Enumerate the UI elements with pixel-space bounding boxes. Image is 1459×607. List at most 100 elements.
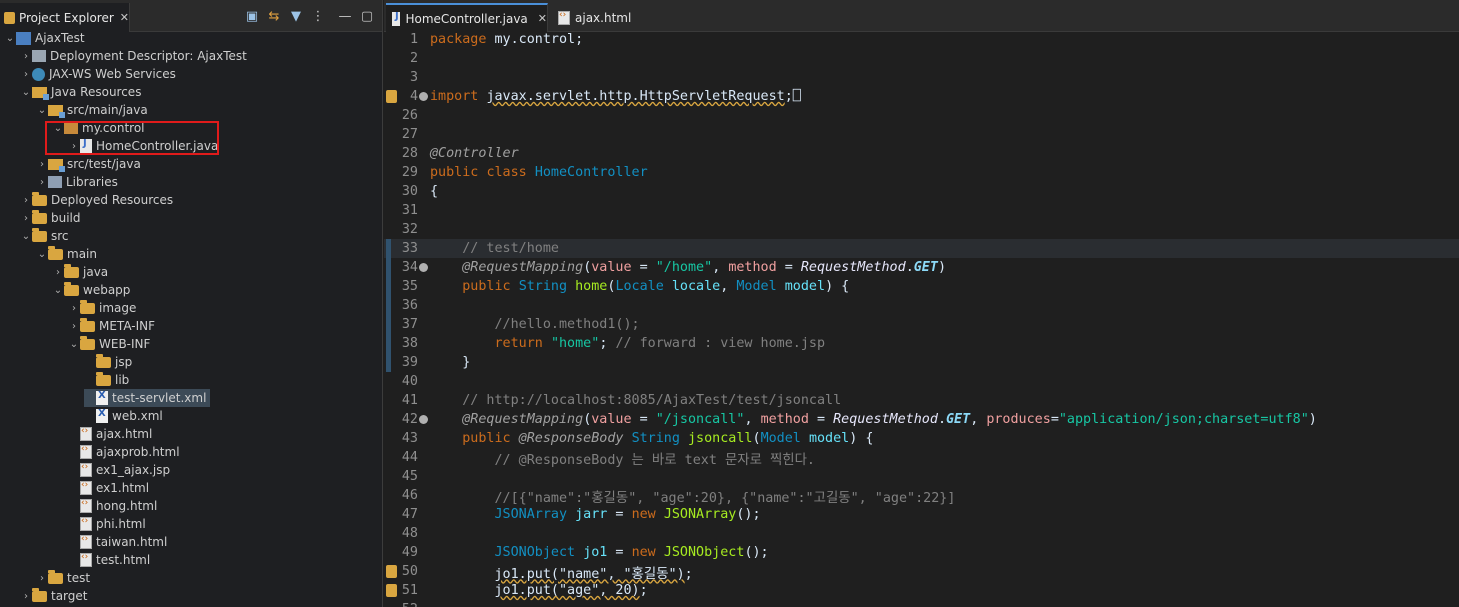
chevron-down-icon[interactable]: ⌄: [68, 339, 80, 350]
code-line[interactable]: 2: [384, 49, 1459, 68]
warning-icon[interactable]: [386, 565, 397, 578]
code-line[interactable]: 31: [384, 201, 1459, 220]
code-line[interactable]: 43 public @ResponseBody String jsoncall(…: [384, 429, 1459, 448]
tree-item[interactable]: ⌄ WEB-INF: [68, 335, 150, 353]
close-icon[interactable]: ✕: [538, 12, 547, 25]
minimize-icon[interactable]: —: [334, 7, 356, 25]
code-line[interactable]: 40: [384, 372, 1459, 391]
code-line[interactable]: 44 // @ResponseBody 는 바로 text 문자로 찍힌다.: [384, 448, 1459, 468]
code-line[interactable]: 49 JSONObject jo1 = new JSONObject();: [384, 543, 1459, 562]
chevron-down-icon[interactable]: ⌄: [20, 231, 32, 242]
code-line[interactable]: 52: [384, 600, 1459, 607]
tree-item[interactable]: ajaxprob.html: [68, 443, 180, 461]
code-line[interactable]: 29 public class HomeController: [384, 163, 1459, 182]
chevron-right-icon[interactable]: ›: [36, 177, 48, 188]
chevron-right-icon[interactable]: ›: [36, 159, 48, 170]
chevron-right-icon[interactable]: ›: [20, 213, 32, 224]
code-line[interactable]: 32: [384, 220, 1459, 239]
code-line[interactable]: 41 // http://localhost:8085/AjaxTest/tes…: [384, 391, 1459, 410]
tree-item[interactable]: › build: [20, 209, 81, 227]
chevron-right-icon[interactable]: ›: [52, 267, 64, 278]
chevron-right-icon[interactable]: ›: [68, 303, 80, 314]
code-line[interactable]: 1 package my.control;: [384, 30, 1459, 49]
link-with-editor-icon[interactable]: ⇆: [263, 7, 285, 25]
fold-icon[interactable]: [419, 263, 428, 272]
tree-item[interactable]: test.html: [68, 551, 150, 569]
tree-item[interactable]: › test: [36, 569, 90, 587]
tree-item[interactable]: › java: [52, 263, 108, 281]
tree-item[interactable]: ⌄ src: [20, 227, 69, 245]
tree-item[interactable]: phi.html: [68, 515, 146, 533]
tree-item[interactable]: › META-INF: [68, 317, 155, 335]
code-line[interactable]: 26: [384, 106, 1459, 125]
tree-item[interactable]: › src/test/java: [36, 155, 141, 173]
tree-item[interactable]: ⌄ webapp: [52, 281, 130, 299]
code-line[interactable]: 42 @RequestMapping(value = "/jsoncall", …: [384, 410, 1459, 429]
code-line[interactable]: 36: [384, 296, 1459, 315]
tab-project-explorer[interactable]: Project Explorer ✕: [0, 3, 130, 32]
tree-item[interactable]: lib: [84, 371, 129, 389]
tree-item[interactable]: › Deployment Descriptor: AjaxTest: [20, 47, 247, 65]
tree-item[interactable]: ⌄ AjaxTest: [4, 29, 85, 47]
chevron-right-icon[interactable]: ›: [20, 51, 32, 62]
tree-item[interactable]: › target: [20, 587, 88, 605]
chevron-right-icon[interactable]: ›: [20, 591, 32, 602]
code-text: @RequestMapping(value = "/home", method …: [430, 260, 946, 275]
code-line[interactable]: 27: [384, 125, 1459, 144]
chevron-down-icon[interactable]: ⌄: [36, 105, 48, 116]
tab-ajax-html[interactable]: ajax.html: [552, 3, 642, 32]
tree-item[interactable]: ex1_ajax.jsp: [68, 461, 170, 479]
code-line[interactable]: 47 JSONArray jarr = new JSONArray();: [384, 505, 1459, 524]
tree-item[interactable]: ajax.html: [68, 425, 152, 443]
tree-item[interactable]: ⌄ Java Resources: [20, 83, 141, 101]
code-line[interactable]: 30 {: [384, 182, 1459, 201]
tree-item[interactable]: › Deployed Resources: [20, 191, 173, 209]
code-line[interactable]: 33 // test/home: [384, 239, 1459, 258]
filter-icon[interactable]: ▼: [285, 7, 307, 25]
code-line[interactable]: 34 @RequestMapping(value = "/home", meth…: [384, 258, 1459, 277]
tree-item[interactable]: taiwan.html: [68, 533, 167, 551]
tree-item[interactable]: ⌄ main: [36, 245, 97, 263]
warning-icon[interactable]: [386, 90, 397, 103]
code-line[interactable]: 48: [384, 524, 1459, 543]
tree-item[interactable]: jsp: [84, 353, 132, 371]
close-icon[interactable]: ✕: [120, 11, 129, 24]
chevron-right-icon[interactable]: ›: [20, 69, 32, 80]
tree-item[interactable]: › image: [68, 299, 136, 317]
code-line[interactable]: 4 import javax.servlet.http.HttpServletRe…: [384, 87, 1459, 106]
fold-icon[interactable]: [419, 92, 428, 101]
code-line[interactable]: 45: [384, 467, 1459, 486]
collapse-all-icon[interactable]: ▣: [241, 7, 263, 25]
chevron-right-icon[interactable]: ›: [68, 321, 80, 332]
fold-icon[interactable]: [419, 415, 428, 424]
tree-item[interactable]: test-servlet.xml: [84, 389, 211, 407]
code-line[interactable]: 46 //[{"name":"홍길동", "age":20}, {"name":…: [384, 486, 1459, 506]
tree-item[interactable]: hong.html: [68, 497, 157, 515]
code-line[interactable]: 3: [384, 68, 1459, 87]
code-line[interactable]: 28 @Controller: [384, 144, 1459, 163]
tree-item[interactable]: web.xml: [84, 407, 163, 425]
tree-item[interactable]: ⌄ src/main/java: [36, 101, 148, 119]
maximize-icon[interactable]: ▢: [356, 7, 378, 25]
tab-homecontroller-java[interactable]: HomeController.java ✕: [386, 3, 548, 32]
code-line[interactable]: 35 public String home(Locale locale, Mod…: [384, 277, 1459, 296]
tree-item[interactable]: ex1.html: [68, 479, 149, 497]
view-menu-icon[interactable]: ⋮: [307, 7, 329, 25]
code-line[interactable]: 39 }: [384, 353, 1459, 372]
chevron-right-icon[interactable]: ›: [36, 573, 48, 584]
chevron-down-icon[interactable]: ⌄: [4, 33, 16, 44]
code-line[interactable]: 37 //hello.method1();: [384, 315, 1459, 334]
tree-item[interactable]: › JAX-WS Web Services: [20, 65, 176, 83]
code-line[interactable]: 50 jo1.put("name", "홍길동");: [384, 562, 1459, 582]
chevron-right-icon[interactable]: ›: [20, 195, 32, 206]
tree-item-label: jsp: [115, 355, 133, 369]
chevron-down-icon[interactable]: ⌄: [20, 87, 32, 98]
folder-icon: [32, 210, 47, 224]
tree-item[interactable]: › Libraries: [36, 173, 118, 191]
warning-icon[interactable]: [386, 584, 397, 597]
code-line[interactable]: 51 jo1.put("age", 20);: [384, 581, 1459, 600]
chevron-down-icon[interactable]: ⌄: [52, 285, 64, 296]
chevron-down-icon[interactable]: ⌄: [36, 249, 48, 260]
code-line[interactable]: 38 return "home"; // forward : view home…: [384, 334, 1459, 353]
